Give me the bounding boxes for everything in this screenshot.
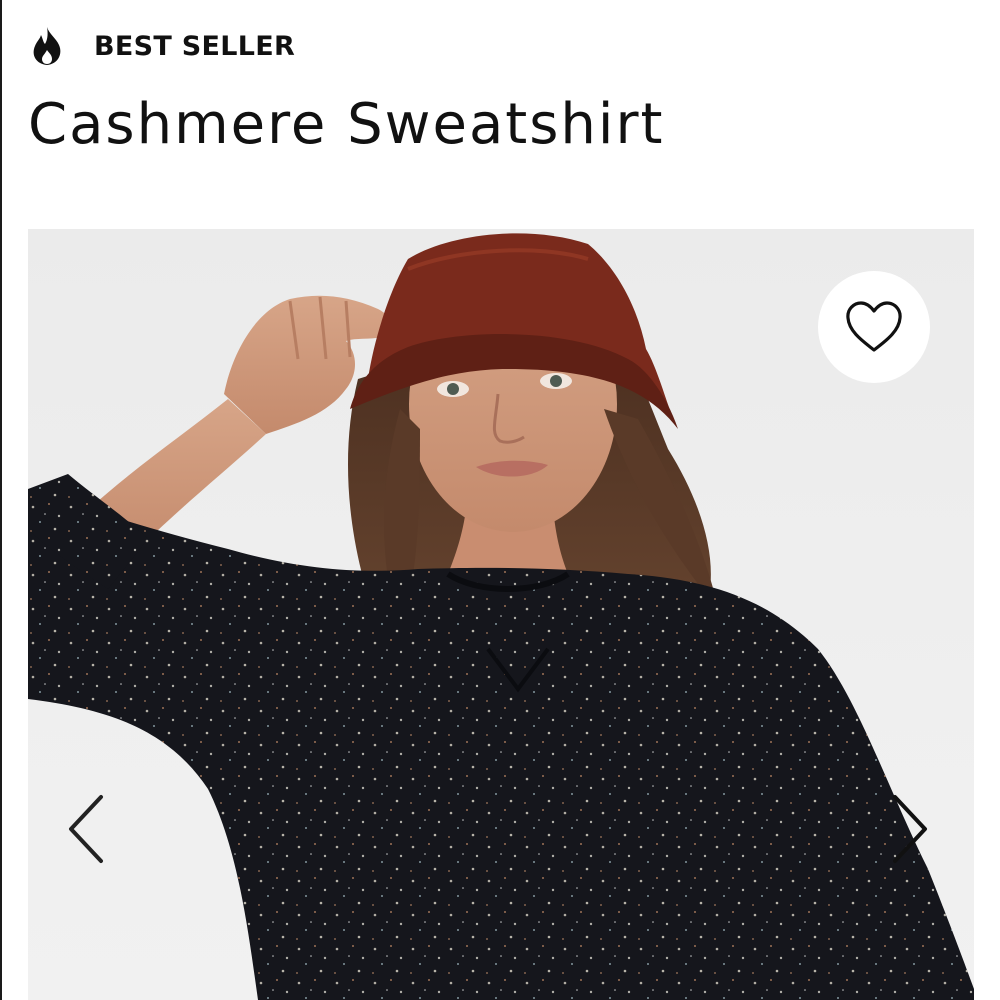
heart-outline-icon [846,301,902,352]
flame-icon [33,27,61,65]
best-seller-badge: BEST SELLER [30,26,295,66]
previous-image-button[interactable] [60,789,110,869]
next-image-button[interactable] [886,789,936,869]
product-title: Cashmere Sweatshirt [28,92,665,157]
chevron-right-icon [893,795,927,863]
product-image-gallery[interactable] [28,229,974,1000]
favorite-button[interactable] [818,271,930,383]
best-seller-label: BEST SELLER [94,30,296,62]
left-border-line [0,0,2,1000]
chevron-left-icon [69,795,103,863]
